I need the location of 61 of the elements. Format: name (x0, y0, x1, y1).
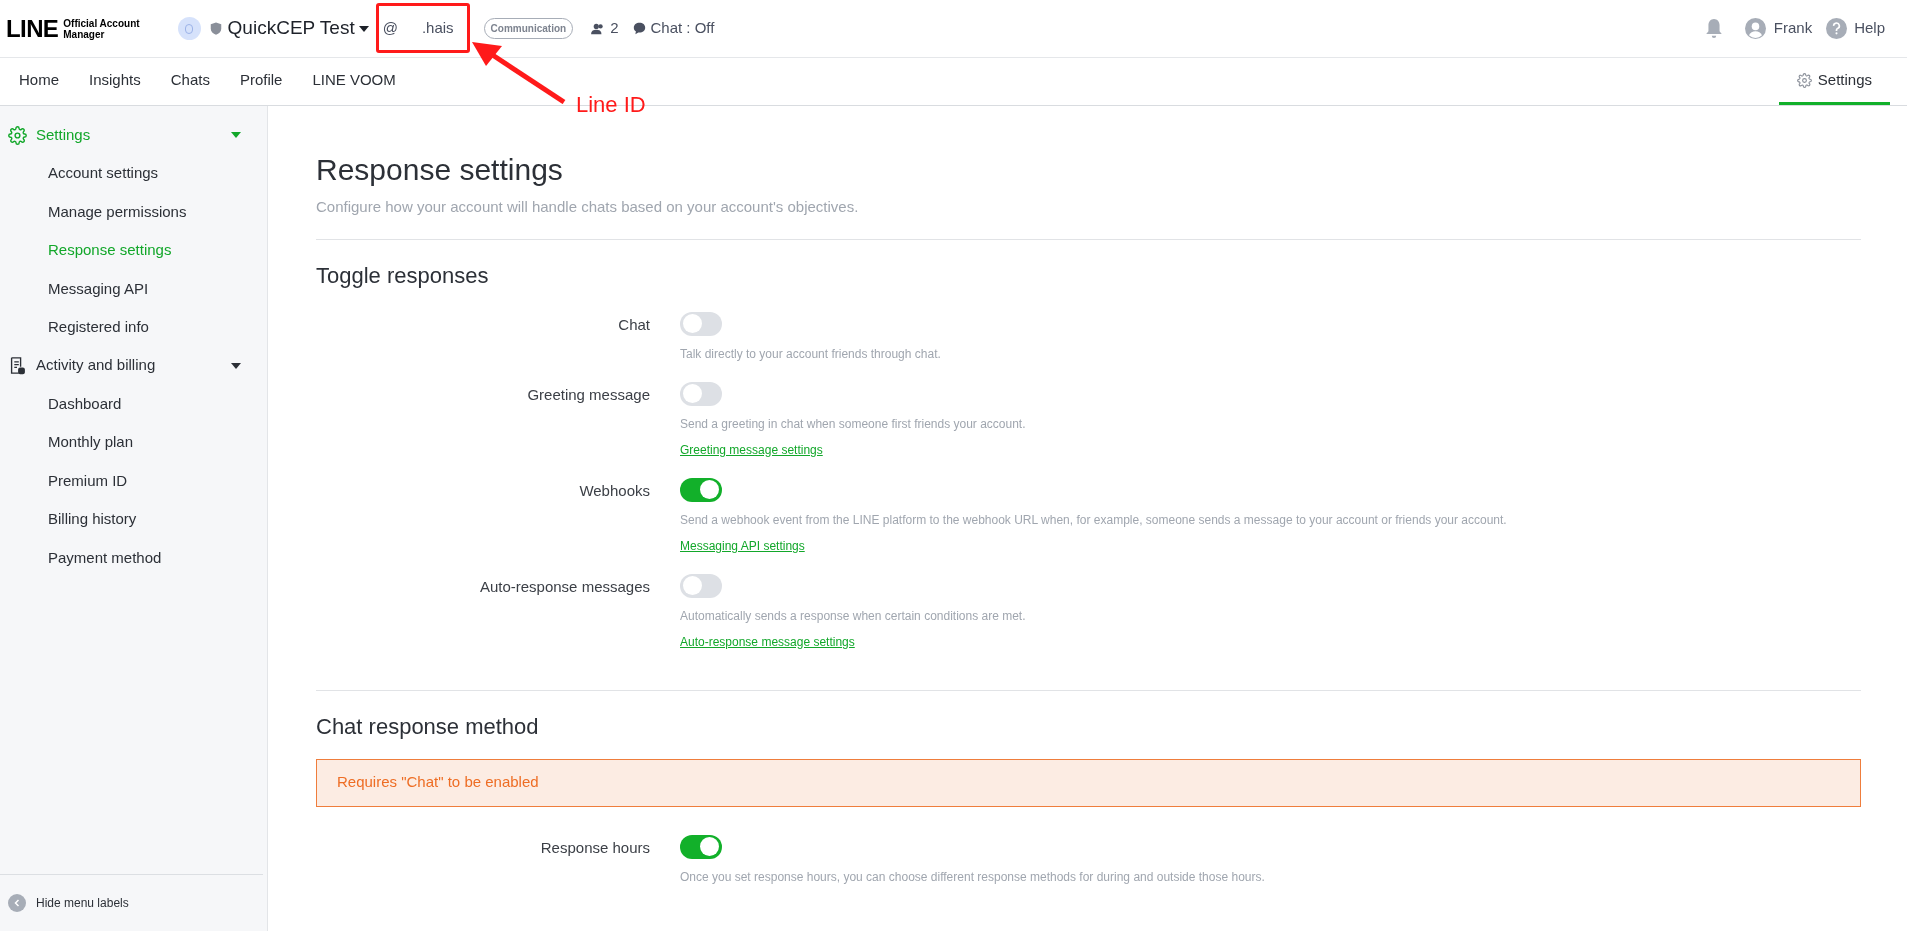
sidebar-item[interactable]: Billing history (0, 500, 267, 539)
sidebar-item[interactable]: Payment method (0, 538, 267, 577)
nav-tab[interactable]: LINE VOOM (297, 58, 411, 105)
user-avatar-icon[interactable] (1744, 18, 1766, 39)
toggle-switch[interactable] (680, 381, 722, 406)
nav-tab[interactable]: Home (4, 58, 74, 105)
settings-icon (8, 125, 27, 145)
setting-label: Greeting message (526, 384, 651, 405)
line-id-suffix: .hais (421, 18, 454, 39)
setting-label: Chat (617, 314, 651, 335)
toggle-switch[interactable] (680, 477, 722, 502)
help-icon[interactable] (1826, 18, 1848, 39)
setting-description: Send a greeting in chat when someone first friends your account. (680, 415, 1026, 433)
document-icon (8, 356, 26, 375)
caret-icon (358, 25, 369, 32)
nav-tab[interactable]: Chats (155, 58, 225, 105)
sidebar-item[interactable]: Account settings (0, 154, 267, 193)
annotation-label: Line ID (576, 91, 646, 119)
chat-status: Chat : Off (650, 18, 715, 39)
sidebar-item[interactable]: Messaging API (0, 269, 267, 308)
settings-icon (1796, 72, 1812, 88)
caret-icon (231, 362, 241, 369)
account-switcher[interactable]: QuickCEP Test (227, 14, 369, 43)
toggle-switch[interactable] (680, 573, 722, 598)
sidebar-item[interactable]: Registered info (0, 308, 267, 347)
shield-icon (208, 21, 223, 36)
sidebar-item[interactable]: Manage permissions (0, 192, 267, 231)
help-link[interactable]: Help (1854, 17, 1885, 40)
user-name[interactable]: Frank (1773, 17, 1813, 40)
setting-description: Once you set response hours, you can choose different response methods for during and outside those hours. (680, 868, 1265, 886)
setting-label: Response hours (539, 837, 651, 858)
friends-count: 2 (610, 18, 619, 39)
settings-tab[interactable]: Settings (1778, 58, 1890, 105)
toggle-switch[interactable] (680, 311, 722, 336)
account-avatar (177, 17, 201, 40)
caret-icon (231, 132, 241, 138)
section-title: Chat response method (316, 712, 540, 741)
sidebar-item[interactable]: Premium ID (0, 461, 267, 500)
sidebar-item[interactable]: Monthly plan (0, 423, 267, 462)
notification-bell-icon[interactable] (1704, 18, 1723, 39)
page-title: Response settings (316, 152, 564, 188)
sidebar-item[interactable]: Dashboard (0, 384, 267, 423)
line-id-prefix: @ (382, 18, 398, 39)
setting-description: Send a webhook event from the LINE platform to the webhook URL when, for example, someone sends a message to your account or friends your account. (680, 511, 1507, 529)
setting-label: Webhooks (578, 480, 651, 501)
logo-subtitle: Official Account Manager (63, 17, 140, 40)
sidebar-group-header[interactable]: Activity and billing (0, 346, 267, 385)
chat-bubble-icon (632, 22, 646, 35)
setting-description: Talk directly to your account friends through chat. (680, 345, 941, 363)
toggle-switch[interactable] (680, 834, 722, 859)
page-subtitle: Configure how your account will handle chats based on your account's objectives. (316, 197, 860, 217)
nav-tab[interactable]: Profile (224, 58, 298, 105)
section-title: Toggle responses (316, 261, 490, 290)
warning-alert: Requires "Chat" to be enabled (316, 758, 1861, 807)
logo-mark: LINE (6, 16, 59, 41)
friends-icon (591, 22, 606, 35)
chevron-left-icon (8, 894, 26, 912)
setting-label: Auto-response messages (478, 576, 651, 597)
hide-menu-labels-button[interactable]: Hide menu labels (8, 894, 129, 912)
nav-tab[interactable]: Insights (74, 58, 156, 105)
setting-description: Automatically sends a response when certain conditions are met. (680, 607, 1026, 625)
